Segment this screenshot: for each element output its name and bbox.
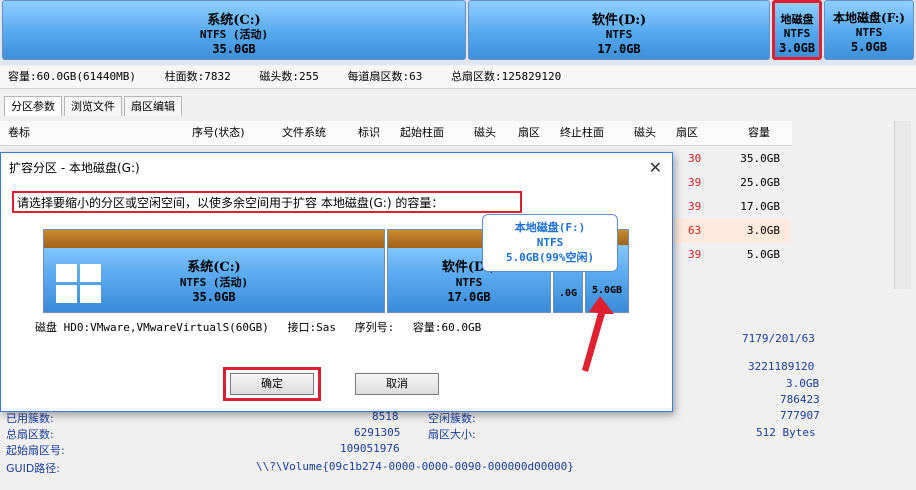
col-start-cylinder[interactable]: 起始柱面: [400, 121, 444, 145]
row-sector: 63: [688, 224, 702, 237]
dialog-capacity: 容量:60.0GB: [412, 321, 482, 334]
partition-size: 3.0GB: [778, 41, 816, 55]
disk-heads: 磁头数:255: [259, 70, 319, 83]
windows-logo-icon: [56, 264, 102, 304]
cancel-button[interactable]: 取消: [355, 373, 439, 395]
dialog-disk-info: 磁盘 HD0:VMware,VMwareVirtualS(60GB) 接口:Sa…: [35, 319, 493, 335]
partition-name: 软件(D:): [591, 13, 647, 28]
col-end-sector[interactable]: 扇区: [676, 121, 698, 145]
col-index[interactable]: 序号(状态): [192, 121, 245, 145]
col-id[interactable]: 标识: [358, 121, 380, 145]
col-end-head[interactable]: 磁头: [634, 121, 656, 145]
row-capacity: 35.0GB: [740, 152, 780, 165]
size-value: 3.0GB: [786, 377, 820, 390]
partition-fs: NTFS: [605, 28, 633, 41]
row-capacity: 17.0GB: [740, 200, 780, 213]
dialog-serial: 序列号:: [354, 321, 395, 334]
dialog-titlebar[interactable]: 扩容分区 - 本地磁盘(G:) ✕: [1, 153, 672, 183]
guid-label: GUID路径:: [6, 462, 60, 475]
total-sectors-label: 总扇区数:: [6, 428, 54, 441]
ok-button[interactable]: 确定: [230, 373, 314, 395]
col-end-cylinder[interactable]: 终止柱面: [560, 121, 604, 145]
guid-value: \\?\Volume{09c1b274-0000-0000-0090-00000…: [256, 460, 574, 473]
partition-name: 本地磁盘(F:): [833, 11, 905, 25]
start-sector-label: 起始扇区号:: [6, 444, 65, 457]
used-clusters-label: 已用簇数:: [6, 412, 54, 425]
row-capacity: 25.0GB: [740, 176, 780, 189]
disk-cylinders: 柱面数:7832: [164, 70, 231, 83]
total-bytes-value: 3221189120: [748, 360, 815, 373]
col-filesystem[interactable]: 文件系统: [282, 121, 326, 145]
dialog-instruction: 请选择要缩小的分区或空闲空间，以使多余空间用于扩容 本地磁盘(G:) 的容量：: [12, 191, 522, 213]
partition-fs: NTFS: [783, 27, 811, 40]
ok-highlight: 确定: [223, 367, 321, 401]
row-capacity: 3.0GB: [746, 224, 780, 237]
value-1: 786423: [780, 393, 820, 406]
close-icon[interactable]: ✕: [649, 153, 662, 183]
tooltip-name: 本地磁盘(F:): [514, 221, 586, 234]
dialog-title: 扩容分区 - 本地磁盘(G:): [9, 161, 140, 175]
partition-size: 5.0GB: [850, 40, 888, 54]
sector-size-value: 512 Bytes: [756, 426, 816, 439]
partition-tooltip: 本地磁盘(F:) NTFS 5.0GB(99%空闲): [482, 214, 618, 272]
tab-sector-edit[interactable]: 扇区编辑: [124, 96, 182, 116]
chs-value: 7179/201/63: [742, 332, 815, 345]
col-capacity[interactable]: 容量: [748, 121, 770, 145]
col-head[interactable]: 磁头: [474, 121, 496, 145]
usage-bar: [44, 230, 384, 248]
partition-fs: NTFS: [855, 26, 883, 39]
partition-g-block[interactable]: 地磁盘 NTFS 3.0GB: [772, 0, 822, 60]
free-clusters-label: 空闲簇数:: [428, 412, 476, 425]
map-partition-size: 17.0GB: [447, 290, 491, 304]
map-partition-fs: NTFS: [455, 276, 483, 289]
disk-sectors-per-track: 每道扇区数:63: [347, 70, 423, 83]
table-header: 卷标 序号(状态) 文件系统 标识 起始柱面 磁头 扇区 终止柱面 磁头 扇区 …: [0, 121, 792, 146]
row-sector: 39: [688, 200, 702, 213]
tooltip-fs: NTFS: [536, 236, 564, 249]
disk-total-sectors: 总扇区数:125829120: [450, 70, 562, 83]
sector-size-label: 扇区大小:: [428, 428, 476, 441]
table-scrollbar[interactable]: [894, 121, 911, 289]
partition-c-block[interactable]: 系统(C:) NTFS (活动) 35.0GB: [2, 0, 466, 60]
dialog-interface: 接口:Sas: [287, 321, 337, 334]
arrow-annotation-icon: [582, 296, 614, 372]
partition-d-block[interactable]: 软件(D:) NTFS 17.0GB: [468, 0, 770, 60]
col-volume-label[interactable]: 卷标: [8, 121, 30, 145]
row-sector: 30: [688, 152, 702, 165]
partition-name: 地磁盘: [780, 13, 814, 26]
disk-capacity: 容量:60.0GB(61440MB): [8, 70, 136, 83]
tab-browse-files[interactable]: 浏览文件: [64, 96, 122, 116]
disk-info-line: 容量:60.0GB(61440MB) 柱面数:7832 磁头数:255 每道扇区…: [0, 66, 916, 89]
partition-size: 17.0GB: [597, 42, 641, 56]
map-partition-c[interactable]: 系统(C:) NTFS (活动) 35.0GB: [43, 229, 385, 313]
start-sector-value: 109051976: [340, 442, 400, 455]
partition-bar: 系统(C:) NTFS (活动) 35.0GB 软件(D:) NTFS 17.0…: [0, 0, 916, 65]
total-sectors-value: 6291305: [354, 426, 401, 439]
tab-partition-params[interactable]: 分区参数: [4, 96, 62, 116]
expand-partition-dialog: 扩容分区 - 本地磁盘(G:) ✕ 请选择要缩小的分区或空闲空间，以使多余空间用…: [0, 152, 673, 412]
partition-f-block[interactable]: 本地磁盘(F:) NTFS 5.0GB: [824, 0, 914, 60]
tab-bar: 分区参数 浏览文件 扇区编辑: [4, 96, 184, 116]
partition-name: 系统(C:): [207, 13, 261, 28]
value-2: 777907: [780, 409, 820, 422]
tooltip-size: 5.0GB(99%空闲): [505, 251, 595, 264]
partition-size: 35.0GB: [212, 42, 256, 56]
partition-fs: NTFS (活动): [199, 28, 269, 41]
row-sector: 39: [688, 176, 702, 189]
col-sector[interactable]: 扇区: [518, 121, 540, 145]
row-capacity: 5.0GB: [746, 248, 780, 261]
row-sector: 39: [688, 248, 702, 261]
dialog-disk-label: 磁盘 HD0:VMware,VMwareVirtualS(60GB): [35, 321, 269, 334]
